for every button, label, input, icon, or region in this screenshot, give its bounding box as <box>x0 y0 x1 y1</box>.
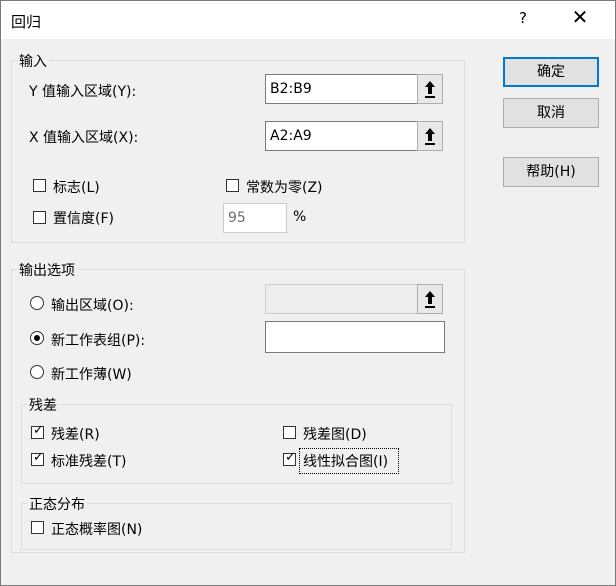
labels-checkbox[interactable] <box>33 179 46 192</box>
help-icon[interactable]: ? <box>519 9 527 27</box>
residuals-legend: 残差 <box>27 395 59 415</box>
new-workbook-label[interactable]: 新工作薄(W) <box>51 364 132 384</box>
line-fit-checkbox[interactable]: ✓ <box>283 450 296 466</box>
help-button[interactable]: 帮助(H) <box>503 157 599 187</box>
checkmark-icon: ✓ <box>33 423 44 438</box>
residual-plots-checkbox[interactable] <box>283 426 296 439</box>
line-fit-label[interactable]: 线性拟合图(I) <box>303 451 388 471</box>
residuals-checkbox[interactable]: ✓ <box>31 423 44 439</box>
confidence-label[interactable]: 置信度(F) <box>53 208 114 228</box>
output-options-legend: 输出选项 <box>17 260 77 280</box>
constant-zero-label[interactable]: 常数为零(Z) <box>246 177 323 197</box>
normal-probability-plots-checkbox[interactable] <box>31 521 44 534</box>
normal-probability-legend: 正态分布 <box>27 494 87 514</box>
new-sheet-input[interactable] <box>265 321 445 353</box>
output-range-label[interactable]: 输出区域(O): <box>51 295 134 315</box>
x-range-label: X 值输入区域(X): <box>29 130 139 146</box>
x-range-input[interactable]: A2:A9 <box>265 121 419 151</box>
ok-button[interactable]: 确定 <box>503 57 599 87</box>
new-workbook-radio[interactable] <box>30 365 44 379</box>
checkmark-icon: ✓ <box>33 450 44 465</box>
dialog-title: 回归 <box>11 13 42 31</box>
collapse-dialog-arrow-icon <box>425 291 435 308</box>
y-range-label: Y 值输入区域(Y): <box>29 84 137 100</box>
residual-plots-label[interactable]: 残差图(D) <box>303 424 367 444</box>
confidence-checkbox[interactable] <box>33 211 46 224</box>
cancel-button[interactable]: 取消 <box>503 98 599 128</box>
radio-selected-dot <box>34 335 40 341</box>
output-range-input[interactable] <box>265 284 419 314</box>
confidence-unit: % <box>293 209 307 225</box>
x-range-select-button[interactable] <box>417 121 443 151</box>
input-legend: 输入 <box>17 51 49 71</box>
standard-residuals-checkbox[interactable]: ✓ <box>31 450 44 466</box>
confidence-input[interactable]: 95 <box>223 203 287 233</box>
title-bar: 回归 ? ✕ <box>1 1 615 39</box>
new-sheet-radio[interactable] <box>30 331 44 345</box>
close-icon[interactable]: ✕ <box>567 5 593 29</box>
labels-checkbox-label[interactable]: 标志(L) <box>53 177 100 197</box>
constant-zero-checkbox[interactable] <box>226 179 239 192</box>
collapse-dialog-arrow-icon <box>425 128 435 145</box>
normal-probability-plots-label[interactable]: 正态概率图(N) <box>51 519 142 539</box>
residuals-label[interactable]: 残差(R) <box>51 424 100 444</box>
regression-dialog: 回归 ? ✕ 输入 Y 值输入区域(Y): B2:B9 X 值输入区域(X): … <box>0 0 616 586</box>
output-range-radio[interactable] <box>30 296 44 310</box>
collapse-dialog-arrow-icon <box>425 81 435 98</box>
checkmark-icon: ✓ <box>285 450 296 465</box>
standard-residuals-label[interactable]: 标准残差(T) <box>51 451 126 471</box>
output-range-select-button[interactable] <box>417 284 443 314</box>
y-range-input[interactable]: B2:B9 <box>265 74 419 104</box>
y-range-select-button[interactable] <box>417 74 443 104</box>
new-sheet-label[interactable]: 新工作表组(P): <box>51 330 145 350</box>
